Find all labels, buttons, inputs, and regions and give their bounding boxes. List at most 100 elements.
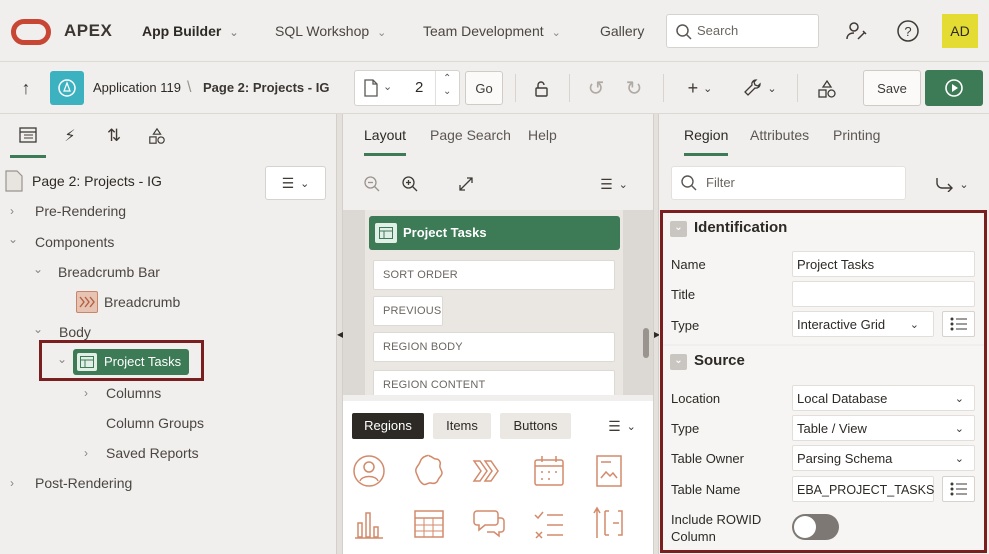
page-stepper[interactable]: ⌃ ⌄ xyxy=(435,71,459,105)
chevron-right-icon[interactable]: › xyxy=(84,438,88,468)
region-type-select[interactable]: Interactive Grid ⌄ xyxy=(792,311,934,337)
gallery-tab-buttons[interactable]: Buttons xyxy=(500,413,571,439)
chevron-right-icon[interactable]: › xyxy=(84,378,88,408)
search-input[interactable]: Search xyxy=(697,15,738,47)
tab-layout[interactable]: Layout xyxy=(364,114,407,156)
tab-printing[interactable]: Printing xyxy=(833,114,880,156)
tab-processing[interactable]: ⇅ xyxy=(102,124,126,148)
tree-item-label: Columns xyxy=(106,385,162,401)
layout-menu-button[interactable]: ☰ ⌄ xyxy=(596,174,632,194)
page-number-input[interactable]: 2 xyxy=(415,71,423,105)
calendar-region-icon[interactable] xyxy=(531,453,569,491)
chevron-down-icon[interactable]: ⌄ xyxy=(8,224,18,254)
chevron-right-icon[interactable]: › xyxy=(10,468,14,498)
breadcrumb-region-icon[interactable] xyxy=(471,453,509,491)
tree-item[interactable]: › Saved Reports xyxy=(0,438,336,468)
save-button[interactable]: Save xyxy=(863,70,921,106)
administration-icon[interactable] xyxy=(842,17,870,45)
nav-team-development[interactable]: Team Development ⌄ xyxy=(423,0,561,62)
tab-region[interactable]: Region xyxy=(684,114,729,156)
left-splitter[interactable]: ◀ xyxy=(336,114,343,554)
name-field[interactable]: Project Tasks xyxy=(792,251,975,277)
nav-sql-workshop[interactable]: SQL Workshop ⌄ xyxy=(275,0,386,62)
tab-rendering[interactable] xyxy=(10,114,46,158)
title-field[interactable] xyxy=(792,281,975,307)
breadcrumb-application[interactable]: Application 119 xyxy=(93,62,181,114)
chevron-down-icon: ⌄ xyxy=(551,27,561,39)
collapse-icon[interactable]: ⌄ xyxy=(670,221,687,237)
user-avatar[interactable]: AD xyxy=(942,14,978,48)
comments-region-icon[interactable] xyxy=(471,505,509,543)
tree-item[interactable]: Column Groups xyxy=(0,408,336,438)
application-icon[interactable] xyxy=(50,71,84,105)
tree-item[interactable]: › Columns xyxy=(0,378,336,408)
layout-position[interactable]: REGION BODY xyxy=(373,332,615,362)
undo-icon[interactable]: ↺ xyxy=(584,76,608,100)
group-identification-header[interactable]: ⌄ Identification xyxy=(663,213,984,243)
go-button[interactable]: Go xyxy=(465,71,503,105)
help-icon[interactable]: ? xyxy=(894,17,922,45)
property-filter[interactable]: Filter xyxy=(671,166,906,200)
tab-page-search[interactable]: Page Search xyxy=(430,114,511,156)
oracle-logo[interactable] xyxy=(11,19,51,45)
gallery-tab-regions[interactable]: Regions xyxy=(352,413,424,439)
chevron-down-icon[interactable]: ⌄ xyxy=(383,80,392,93)
include-rowid-toggle[interactable] xyxy=(792,514,839,540)
run-page-button[interactable] xyxy=(925,70,983,106)
tree-item[interactable]: › Pre-Rendering xyxy=(0,196,336,226)
tab-help[interactable]: Help xyxy=(528,114,557,156)
redo-icon[interactable]: ↻ xyxy=(622,76,646,100)
gallery-tab-items[interactable]: Items xyxy=(433,413,491,439)
sort-region-icon[interactable] xyxy=(591,505,629,543)
tree-item[interactable]: ⌄ Breadcrumb Bar xyxy=(0,257,336,287)
tab-attributes[interactable]: Attributes xyxy=(750,114,809,156)
location-select[interactable]: Local Database ⌄ xyxy=(792,385,975,411)
property-filter-input[interactable]: Filter xyxy=(706,167,735,199)
list-options-button[interactable] xyxy=(942,311,975,337)
tab-shared-components[interactable] xyxy=(145,124,169,148)
group-source-header[interactable]: ⌄ Source xyxy=(663,346,984,376)
layout-position[interactable]: PREVIOUS xyxy=(373,296,443,326)
tab-dynamic-actions[interactable]: ⚡︎ xyxy=(58,124,82,148)
layout-region-project-tasks[interactable]: Project Tasks xyxy=(369,216,620,250)
tree-item-selected[interactable]: ⌄ Project Tasks xyxy=(0,347,336,377)
zoom-out-icon[interactable] xyxy=(361,173,383,195)
table-owner-select[interactable]: Parsing Schema ⌄ xyxy=(792,445,975,471)
table-list-button[interactable] xyxy=(942,476,975,502)
tree-item[interactable]: › Post-Rendering xyxy=(0,468,336,498)
chevron-down-icon[interactable]: ⌄ xyxy=(57,344,67,374)
layout-position[interactable]: SORT ORDER xyxy=(373,260,615,290)
utilities-menu-button[interactable]: ⌄ xyxy=(740,76,780,100)
go-to-group-button[interactable]: ⌄ xyxy=(931,172,973,196)
collapse-icon[interactable]: ⌄ xyxy=(670,354,687,370)
create-menu-button[interactable]: + ⌄ xyxy=(680,76,720,100)
badge-region-icon[interactable] xyxy=(411,453,449,491)
layout-scrollbar[interactable] xyxy=(643,328,649,358)
chevron-right-icon[interactable]: › xyxy=(10,196,14,226)
tree-menu-button[interactable]: ☰ ⌄ xyxy=(265,166,326,200)
app-name[interactable]: APEX xyxy=(64,0,112,62)
checklist-region-icon[interactable] xyxy=(531,505,569,543)
lock-icon[interactable] xyxy=(528,76,554,102)
tree-item[interactable]: ⌄ Components xyxy=(0,227,336,257)
source-type-select[interactable]: Table / View ⌄ xyxy=(792,415,975,441)
nav-app-builder[interactable]: App Builder ⌄ xyxy=(142,0,239,62)
shared-components-icon[interactable] xyxy=(814,76,840,102)
gallery-menu-button[interactable]: ☰ ⌄ xyxy=(604,416,640,436)
table-name-field[interactable]: EBA_PROJECT_TASKS xyxy=(792,476,934,502)
page-selector[interactable]: ⌄ 2 ⌃ ⌄ xyxy=(354,70,460,106)
table-region-icon[interactable] xyxy=(411,505,449,543)
cards-region-icon[interactable] xyxy=(591,453,629,491)
global-search[interactable]: Search xyxy=(666,14,819,48)
chart-region-icon[interactable] xyxy=(351,505,389,543)
tree-item[interactable]: Breadcrumb xyxy=(0,287,336,317)
chevron-down-icon[interactable]: ⌄ xyxy=(33,254,43,284)
nav-gallery[interactable]: Gallery xyxy=(600,0,644,62)
expand-icon[interactable] xyxy=(455,173,477,195)
zoom-in-icon[interactable] xyxy=(399,173,421,195)
arrow-up-icon[interactable]: ↑ xyxy=(14,76,38,100)
chevron-up-icon[interactable]: ⌃ xyxy=(443,73,451,84)
layout-position[interactable]: REGION CONTENT xyxy=(373,370,615,395)
chevron-down-icon[interactable]: ⌄ xyxy=(443,86,451,97)
user-avatar-region-icon[interactable] xyxy=(351,453,389,491)
